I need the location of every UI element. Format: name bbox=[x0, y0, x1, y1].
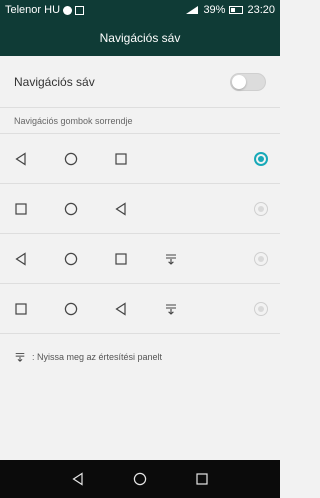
messenger-icon bbox=[63, 5, 73, 15]
radio-option-4[interactable] bbox=[254, 301, 268, 316]
image-icon bbox=[75, 5, 85, 15]
back-icon bbox=[115, 201, 126, 216]
notifications-icon bbox=[166, 253, 176, 265]
recents-icon bbox=[115, 252, 127, 265]
recents-icon bbox=[115, 152, 127, 165]
home-icon bbox=[64, 252, 78, 265]
signal-icon bbox=[186, 6, 199, 14]
notifications-icon bbox=[166, 303, 176, 315]
status-time: 23:20 bbox=[247, 4, 275, 16]
recents-icon[interactable] bbox=[195, 472, 209, 486]
nav-order-option-3[interactable] bbox=[0, 234, 280, 284]
footnote-text: : Nyissa meg az értesítési panelt bbox=[32, 352, 163, 362]
back-icon bbox=[115, 301, 126, 316]
nav-order-option-1[interactable] bbox=[0, 134, 280, 184]
recents-icon bbox=[15, 202, 27, 215]
navigation-bar-toggle-row[interactable]: Navigációs sáv bbox=[0, 56, 280, 108]
recents-icon bbox=[15, 302, 27, 315]
switch-knob bbox=[232, 74, 246, 89]
settings-content: Navigációs sáv Navigációs gombok sorrend… bbox=[0, 56, 280, 460]
system-navigation-bar bbox=[0, 460, 280, 498]
battery-percent: 39% bbox=[203, 4, 226, 16]
radio-option-1[interactable] bbox=[254, 151, 268, 166]
nav-order-option-2[interactable] bbox=[0, 184, 280, 234]
navigation-bar-switch[interactable] bbox=[230, 72, 266, 91]
nav-order-option-4[interactable] bbox=[0, 284, 280, 334]
title-bar: Navigációs sáv bbox=[0, 20, 280, 56]
home-icon[interactable] bbox=[133, 472, 147, 486]
page-title: Navigációs sáv bbox=[99, 31, 181, 45]
radio-option-2[interactable] bbox=[254, 201, 268, 216]
radio-option-3[interactable] bbox=[254, 251, 268, 266]
home-icon bbox=[64, 302, 78, 315]
back-icon bbox=[15, 251, 26, 266]
carrier-name: Telenor HU bbox=[5, 4, 61, 16]
back-icon[interactable] bbox=[71, 472, 85, 486]
home-icon bbox=[64, 152, 78, 165]
back-icon bbox=[15, 151, 26, 166]
section-header: Navigációs gombok sorrendje bbox=[0, 108, 280, 134]
status-bar: Telenor HU 39% 23:20 bbox=[0, 0, 280, 20]
navigation-bar-toggle-label: Navigációs sáv bbox=[14, 74, 95, 89]
footnote: : Nyissa meg az értesítési panelt bbox=[0, 334, 280, 380]
battery-icon bbox=[229, 6, 244, 14]
home-icon bbox=[64, 202, 78, 215]
notifications-icon bbox=[15, 353, 25, 362]
